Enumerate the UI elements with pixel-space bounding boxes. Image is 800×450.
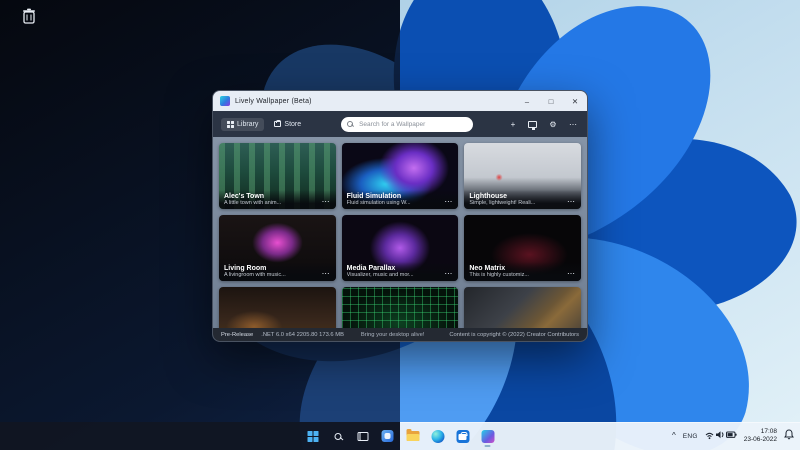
tab-library-label: Library — [237, 121, 258, 128]
tile-menu-button[interactable]: ⋯ — [443, 198, 453, 206]
recycle-bin-icon[interactable] — [18, 5, 40, 27]
tile-subtitle: A little town with anim... — [224, 200, 281, 206]
lively-app-button[interactable] — [479, 425, 497, 447]
caption-buttons: – □ ✕ — [515, 91, 587, 111]
wallpaper-grid: Alec's Town A little town with anim... ⋯… — [213, 137, 587, 341]
toolbar-actions: + ⚙ ⋯ — [507, 117, 579, 131]
add-wallpaper-button[interactable]: + — [507, 117, 519, 131]
tile-menu-button[interactable]: ⋯ — [566, 198, 576, 206]
tile-subtitle: Fluid simulation using W... — [347, 200, 411, 206]
search-icon — [347, 121, 353, 127]
taskbar-clock[interactable]: 17:08 23-06-2022 — [744, 428, 777, 444]
window-titlebar: Lively Wallpaper (Beta) – □ ✕ — [213, 91, 587, 111]
window-status-bar: Pre-Release .NET 6.0 x64 2205.80 173.6 M… — [213, 328, 587, 341]
notification-bell-icon — [784, 429, 794, 440]
tile-title: Alec's Town — [224, 193, 281, 200]
lively-app-icon — [481, 430, 494, 443]
start-button[interactable] — [304, 425, 322, 447]
wifi-volume-battery-icons — [705, 429, 737, 440]
tile-menu-button[interactable]: ⋯ — [321, 198, 331, 206]
wallpaper-tile-living-room[interactable]: Living Room A livingroom with music... ⋯ — [219, 215, 336, 281]
tile-title: Living Room — [224, 265, 286, 272]
wallpaper-tile-lighthouse[interactable]: Lighthouse Simple, lightweight! Reali...… — [464, 143, 581, 209]
tray-overflow-button[interactable]: ^ — [672, 432, 676, 440]
notifications-button[interactable] — [784, 427, 794, 445]
open-app-indicator — [485, 445, 491, 447]
search-icon — [334, 433, 341, 440]
tray-date: 23-06-2022 — [744, 436, 777, 444]
tile-label-overlay: Lighthouse Simple, lightweight! Reali...… — [464, 190, 581, 209]
search-input[interactable] — [357, 120, 465, 129]
tile-menu-button[interactable]: ⋯ — [321, 270, 331, 278]
task-view-icon — [357, 432, 368, 441]
task-view-button[interactable] — [354, 425, 372, 447]
maximize-button[interactable]: □ — [539, 91, 563, 111]
minimize-button[interactable]: – — [515, 91, 539, 111]
toolbar: Library Store + ⚙ ⋯ — [213, 111, 587, 137]
tile-label-overlay: Alec's Town A little town with anim... ⋯ — [219, 190, 336, 209]
widgets-button[interactable] — [379, 425, 397, 447]
store-icon — [456, 430, 469, 443]
tile-label-overlay: Media Parallax Visualizer, music and mor… — [342, 262, 459, 281]
prerelease-badge: Pre-Release — [221, 332, 253, 338]
system-tray: ^ ENG 17:08 23-06-2022 — [672, 422, 794, 450]
tile-menu-button[interactable]: ⋯ — [566, 270, 576, 278]
tray-time: 17:08 — [761, 428, 777, 436]
app-icon — [220, 96, 230, 106]
widgets-icon — [382, 430, 394, 442]
windows-logo-icon — [307, 431, 318, 442]
desktop: Lively Wallpaper (Beta) – □ ✕ Library St… — [0, 0, 800, 450]
footer-tagline: Bring your desktop alive! — [361, 332, 424, 338]
wallpaper-tile-fluid-simulation[interactable]: Fluid Simulation Fluid simulation using … — [342, 143, 459, 209]
monitor-icon — [528, 121, 537, 128]
app-window: Lively Wallpaper (Beta) – □ ✕ Library St… — [212, 90, 588, 342]
copyright-text: Content is copyright © (2022) Creator Co… — [449, 332, 579, 338]
tile-title: Media Parallax — [347, 265, 414, 272]
library-grid-icon — [227, 121, 234, 128]
edge-button[interactable] — [429, 425, 447, 447]
tile-label-overlay: Neo Matrix This is highly customiz... ⋯ — [464, 262, 581, 281]
store-bag-icon — [274, 121, 281, 127]
tile-title: Lighthouse — [469, 193, 535, 200]
nav-tabs: Library Store — [221, 118, 307, 131]
file-explorer-button[interactable] — [404, 425, 422, 447]
tile-menu-button[interactable]: ⋯ — [443, 270, 453, 278]
network-volume-battery-button[interactable] — [705, 427, 737, 445]
taskbar-icons — [304, 422, 497, 450]
edge-icon — [431, 430, 444, 443]
wallpaper-library: Alec's Town A little town with anim... ⋯… — [213, 137, 587, 341]
tab-library[interactable]: Library — [221, 118, 264, 131]
display-select-button[interactable] — [527, 117, 539, 131]
close-button[interactable]: ✕ — [563, 91, 587, 111]
tile-subtitle: A livingroom with music... — [224, 272, 286, 278]
taskbar-search-button[interactable] — [329, 425, 347, 447]
wallpaper-tile-neo-matrix[interactable]: Neo Matrix This is highly customiz... ⋯ — [464, 215, 581, 281]
version-info: .NET 6.0 x64 2205.80 173.6 MB — [261, 332, 344, 338]
tile-subtitle: Simple, lightweight! Reali... — [469, 200, 535, 206]
file-explorer-icon — [406, 431, 419, 441]
search-box[interactable] — [341, 117, 473, 132]
tile-subtitle: Visualizer, music and mor... — [347, 272, 414, 278]
tab-store-label: Store — [284, 121, 301, 128]
language-indicator[interactable]: ENG — [683, 433, 698, 440]
tile-title: Neo Matrix — [469, 265, 529, 272]
taskbar: ^ ENG 17:08 23-06-2022 — [0, 422, 800, 450]
microsoft-store-button[interactable] — [454, 425, 472, 447]
more-options-button[interactable]: ⋯ — [567, 117, 579, 131]
window-title: Lively Wallpaper (Beta) — [235, 98, 312, 105]
settings-button[interactable]: ⚙ — [547, 117, 559, 131]
tile-label-overlay: Living Room A livingroom with music... ⋯ — [219, 262, 336, 281]
tab-store[interactable]: Store — [268, 118, 307, 131]
tile-subtitle: This is highly customiz... — [469, 272, 529, 278]
wallpaper-tile-media-parallax[interactable]: Media Parallax Visualizer, music and mor… — [342, 215, 459, 281]
tile-title: Fluid Simulation — [347, 193, 411, 200]
wallpaper-tile-alecs-town[interactable]: Alec's Town A little town with anim... ⋯ — [219, 143, 336, 209]
tile-label-overlay: Fluid Simulation Fluid simulation using … — [342, 190, 459, 209]
